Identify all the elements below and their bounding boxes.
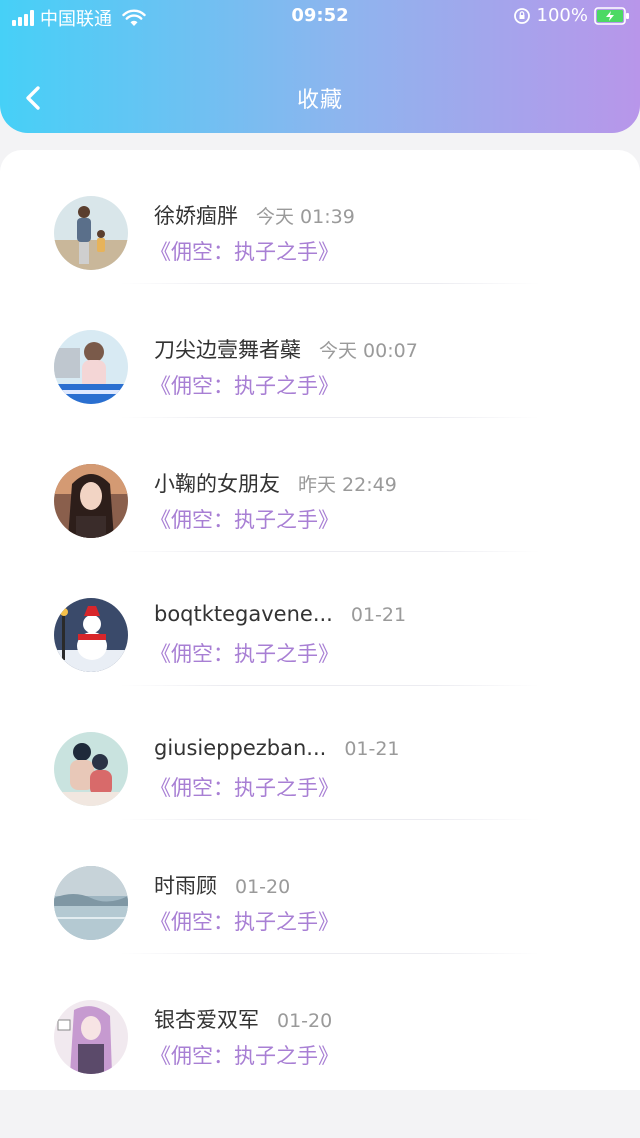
user-name: giusieppezban...: [154, 736, 327, 760]
timestamp: 01-21: [344, 738, 400, 760]
user-name: 银杏爱双军: [154, 1008, 259, 1032]
favorite-item[interactable]: 徐娇痼胖 今天 01:39 《佣空：执子之手》: [0, 150, 640, 284]
avatar: [54, 464, 128, 538]
item-header: 银杏爱双军 01-20: [154, 1004, 332, 1034]
user-name: boqtktegavene...: [154, 602, 333, 626]
timestamp: 今天 01:39: [256, 206, 355, 228]
timestamp: 昨天 22:49: [298, 474, 397, 496]
avatar: [54, 196, 128, 270]
favorite-item[interactable]: giusieppezban... 01-21 《佣空：执子之手》: [0, 686, 640, 820]
work-title[interactable]: 《佣空：执子之手》: [150, 504, 339, 534]
rotation-lock-icon: [513, 7, 530, 24]
avatar: [54, 1000, 128, 1074]
timestamp: 01-20: [277, 1010, 333, 1032]
work-title[interactable]: 《佣空：执子之手》: [150, 906, 339, 936]
work-title[interactable]: 《佣空：执子之手》: [150, 1040, 339, 1070]
user-name: 时雨顾: [154, 874, 217, 898]
item-header: 徐娇痼胖 今天 01:39: [154, 200, 355, 230]
avatar: [54, 732, 128, 806]
avatar: [54, 598, 128, 672]
user-name: 刀尖边壹舞者蘗: [154, 338, 301, 362]
header: 中国联通 09:52 100% 收藏: [0, 0, 640, 133]
avatar: [54, 866, 128, 940]
item-header: boqtktegavene... 01-21: [154, 602, 406, 626]
battery-percent: 100%: [536, 5, 588, 26]
user-name: 小鞠的女朋友: [154, 472, 280, 496]
battery-charging-icon: [594, 6, 629, 25]
status-right: 100%: [513, 5, 630, 26]
favorite-item[interactable]: 刀尖边壹舞者蘗 今天 00:07 《佣空：执子之手》: [0, 284, 640, 418]
favorite-item[interactable]: 银杏爱双军 01-20 《佣空：执子之手》: [0, 954, 640, 1088]
timestamp: 01-20: [235, 876, 291, 898]
page-title: 收藏: [296, 88, 343, 113]
favorite-item[interactable]: boqtktegavene... 01-21 《佣空：执子之手》: [0, 552, 640, 686]
item-header: giusieppezban... 01-21: [154, 736, 400, 760]
user-name: 徐娇痼胖: [154, 204, 238, 228]
timestamp: 01-21: [350, 604, 407, 626]
item-header: 时雨顾 01-20: [154, 870, 290, 900]
status-bar: 中国联通 09:52 100%: [0, 0, 640, 34]
item-header: 刀尖边壹舞者蘗 今天 00:07: [154, 334, 418, 364]
work-title[interactable]: 《佣空：执子之手》: [150, 236, 339, 266]
work-title[interactable]: 《佣空：执子之手》: [150, 370, 339, 400]
favorites-list: 徐娇痼胖 今天 01:39 《佣空：执子之手》 刀尖边壹舞者蘗 今天 00:07…: [0, 150, 640, 1090]
favorite-item[interactable]: 时雨顾 01-20 《佣空：执子之手》: [0, 820, 640, 954]
avatar: [54, 330, 128, 404]
favorite-item[interactable]: 小鞠的女朋友 昨天 22:49 《佣空：执子之手》: [0, 418, 640, 552]
work-title[interactable]: 《佣空：执子之手》: [150, 638, 339, 668]
item-header: 小鞠的女朋友 昨天 22:49: [154, 468, 397, 498]
work-title[interactable]: 《佣空：执子之手》: [150, 772, 339, 802]
timestamp: 今天 00:07: [319, 340, 418, 362]
